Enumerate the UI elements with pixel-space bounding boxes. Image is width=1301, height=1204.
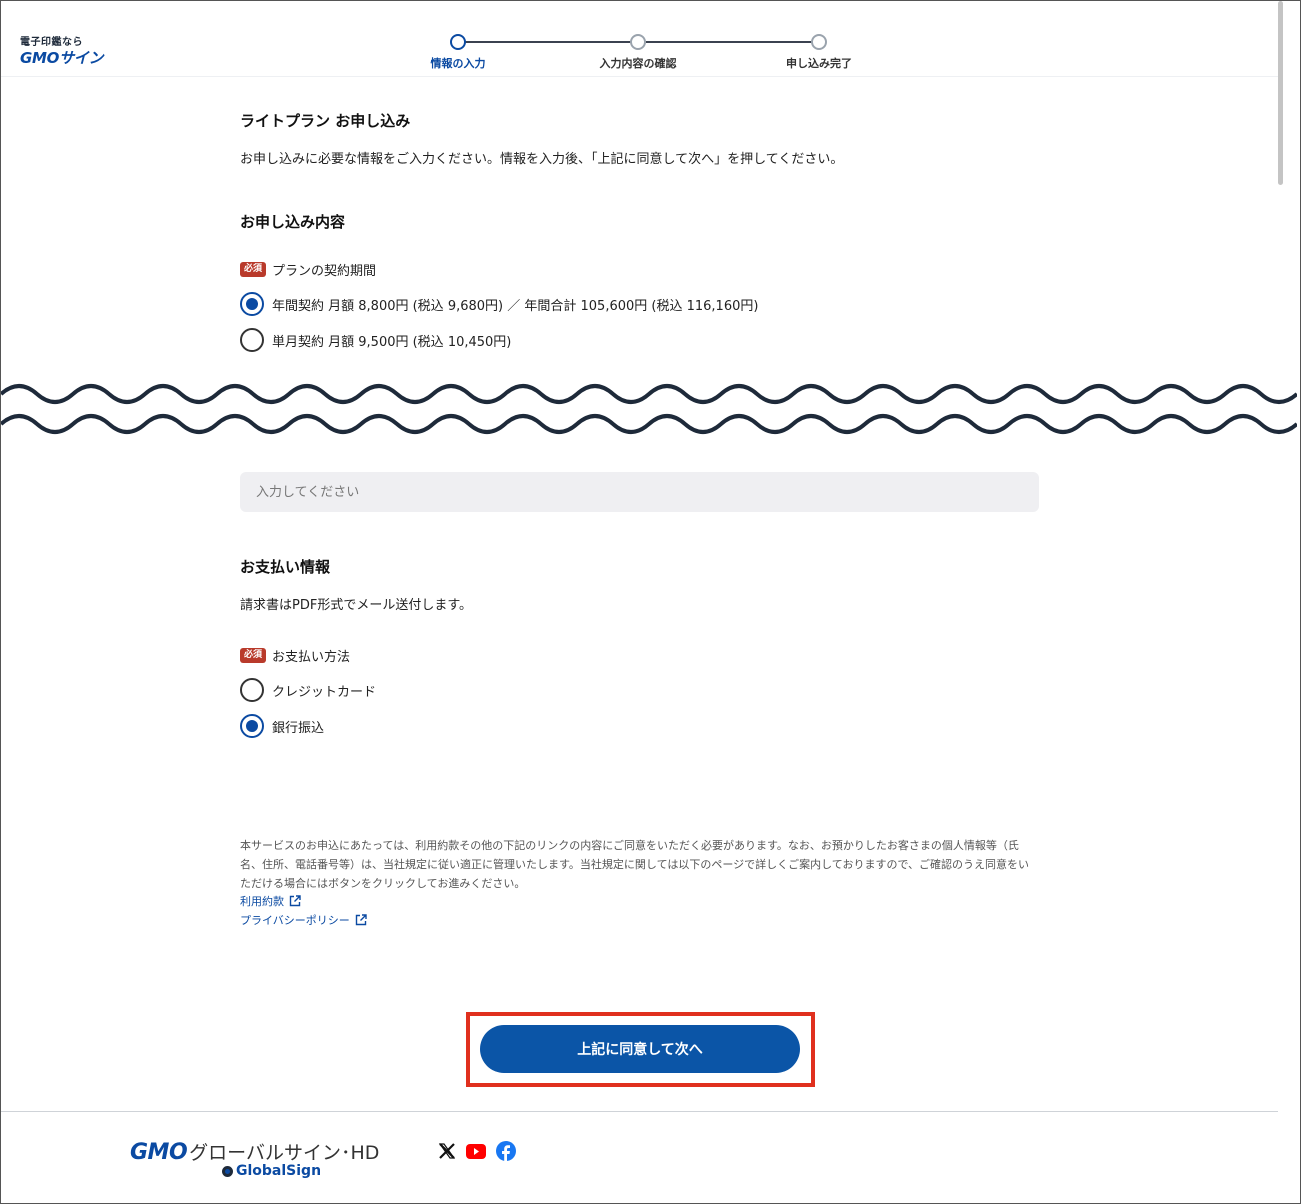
external-link-icon	[355, 914, 367, 926]
step-3-label: 申し込み完了	[786, 57, 852, 70]
payment-method-label: 必須 お支払い方法	[240, 646, 350, 665]
privacy-policy-link-label: プライバシーポリシー	[240, 914, 350, 927]
scrollbar-thumb[interactable]	[1278, 1, 1283, 185]
globalsign-wordmark: GlobalSign	[236, 1163, 322, 1179]
wave-divider-icon	[1, 384, 1297, 434]
step-1-indicator	[450, 34, 466, 50]
payment-option-bank-transfer[interactable]: 銀行振込	[240, 714, 324, 738]
payment-option-credit-card[interactable]: クレジットカード	[240, 678, 376, 702]
text-input[interactable]	[240, 472, 1039, 512]
footer-company-name: グローバルサイン･HD	[189, 1142, 380, 1164]
external-link-icon	[289, 895, 301, 907]
page-title: ライトプラン お申し込み	[240, 112, 411, 130]
step-1-label: 情報の入力	[430, 57, 486, 70]
radio-unchecked-icon[interactable]	[240, 328, 264, 352]
required-badge: 必須	[240, 262, 267, 277]
plan-option-annual[interactable]: 年間契約 月額 8,800円 (税込 9,680円) ／ 年間合計 105,60…	[240, 292, 758, 316]
footer-divider	[1, 1111, 1278, 1112]
footer-gmo-wordmark: GMO	[130, 1140, 188, 1165]
plan-period-label: 必須 プランの契約期間	[240, 260, 376, 279]
radio-checked-icon[interactable]	[240, 292, 264, 316]
plan-option-monthly[interactable]: 単月契約 月額 9,500円 (税込 10,450円)	[240, 328, 511, 352]
step-2-indicator	[630, 34, 646, 50]
step-2-label: 入力内容の確認	[599, 57, 677, 70]
logo-tagline: 電子印鑑なら	[20, 37, 83, 48]
x-icon[interactable]	[436, 1140, 458, 1162]
radio-checked-icon[interactable]	[240, 714, 264, 738]
page-lead: お申し込みに必要な情報をご入力ください。情報を入力後、「上記に同意して次へ」を押…	[240, 152, 844, 167]
header: 電子印鑑なら GMOサイン 情報の入力 入力内容の確認 申し込み完了	[1, 1, 1278, 77]
step-connector	[646, 41, 812, 43]
payment-description: 請求書はPDF形式でメール送付します。	[240, 598, 473, 613]
payment-heading: お支払い情報	[240, 558, 331, 576]
consent-note: 本サービスのお申込にあたっては、利用約款その他の下記のリンクの内容にご同意をいた…	[240, 839, 1030, 890]
required-badge: 必須	[240, 648, 267, 663]
plan-period-label-text: プランの契約期間	[272, 264, 377, 279]
payment-option-credit-card-label: クレジットカード	[272, 684, 377, 700]
logo[interactable]: 電子印鑑なら GMOサイン	[20, 37, 104, 67]
footer-company-logo[interactable]: GMO グローバルサイン･HD	[130, 1138, 379, 1165]
payment-method-label-text: お支払い方法	[272, 650, 351, 665]
youtube-icon[interactable]	[465, 1140, 487, 1162]
facebook-icon[interactable]	[495, 1140, 517, 1162]
radio-unchecked-icon[interactable]	[240, 678, 264, 702]
application-heading: お申し込み内容	[240, 213, 346, 231]
globalsign-logo: GlobalSign	[222, 1163, 321, 1179]
step-connector	[465, 41, 633, 43]
plan-option-monthly-label: 単月契約 月額 9,500円 (税込 10,450円)	[272, 334, 512, 350]
privacy-policy-link[interactable]: プライバシーポリシー	[240, 912, 367, 928]
terms-link[interactable]: 利用約款	[240, 893, 301, 909]
logo-wordmark: GMOサイン	[20, 49, 104, 67]
terms-link-label: 利用約款	[240, 895, 284, 908]
payment-option-bank-transfer-label: 銀行振込	[272, 720, 325, 736]
agree-and-next-button[interactable]: 上記に同意して次へ	[480, 1025, 800, 1073]
globalsign-mark-icon	[222, 1165, 233, 1177]
step-3-indicator	[811, 34, 827, 50]
plan-option-annual-label: 年間契約 月額 8,800円 (税込 9,680円) ／ 年間合計 105,60…	[272, 298, 759, 314]
